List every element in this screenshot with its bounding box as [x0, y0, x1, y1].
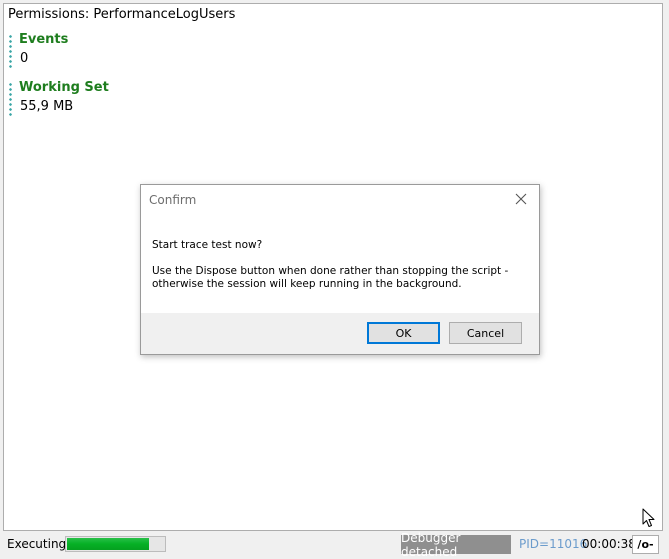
events-value: 0 — [20, 51, 29, 66]
status-bar: Executing Debugger detached PID=11016 00… — [0, 531, 669, 559]
working-set-value: 55,9 MB — [20, 99, 74, 114]
progress-fill — [67, 538, 149, 550]
field-marker — [9, 82, 12, 116]
mouse-cursor-icon — [642, 508, 656, 532]
progress-bar — [65, 536, 166, 552]
dialog-question: Start trace test now? — [152, 239, 263, 251]
pid-text: PID=11016 — [519, 537, 588, 551]
working-set-label: Working Set — [19, 80, 109, 95]
confirm-dialog: Confirm Start trace test now? Use the Di… — [140, 184, 540, 355]
elapsed-time: 00:00:38 — [582, 537, 636, 551]
close-icon[interactable] — [510, 188, 532, 210]
dialog-message: Use the Dispose button when done rather … — [152, 265, 509, 290]
dialog-footer: OK Cancel — [141, 313, 539, 354]
dialog-title: Confirm — [149, 193, 197, 207]
debugger-status-badge: Debugger detached — [401, 531, 511, 559]
output-toggle-button[interactable]: /o- — [632, 535, 659, 554]
cancel-button[interactable]: Cancel — [449, 322, 522, 344]
ok-button[interactable]: OK — [367, 322, 440, 344]
permissions-text: Permissions: PerformanceLogUsers — [8, 7, 236, 22]
events-label: Events — [19, 32, 69, 47]
field-marker — [9, 34, 12, 68]
status-text: Executing — [7, 537, 67, 551]
